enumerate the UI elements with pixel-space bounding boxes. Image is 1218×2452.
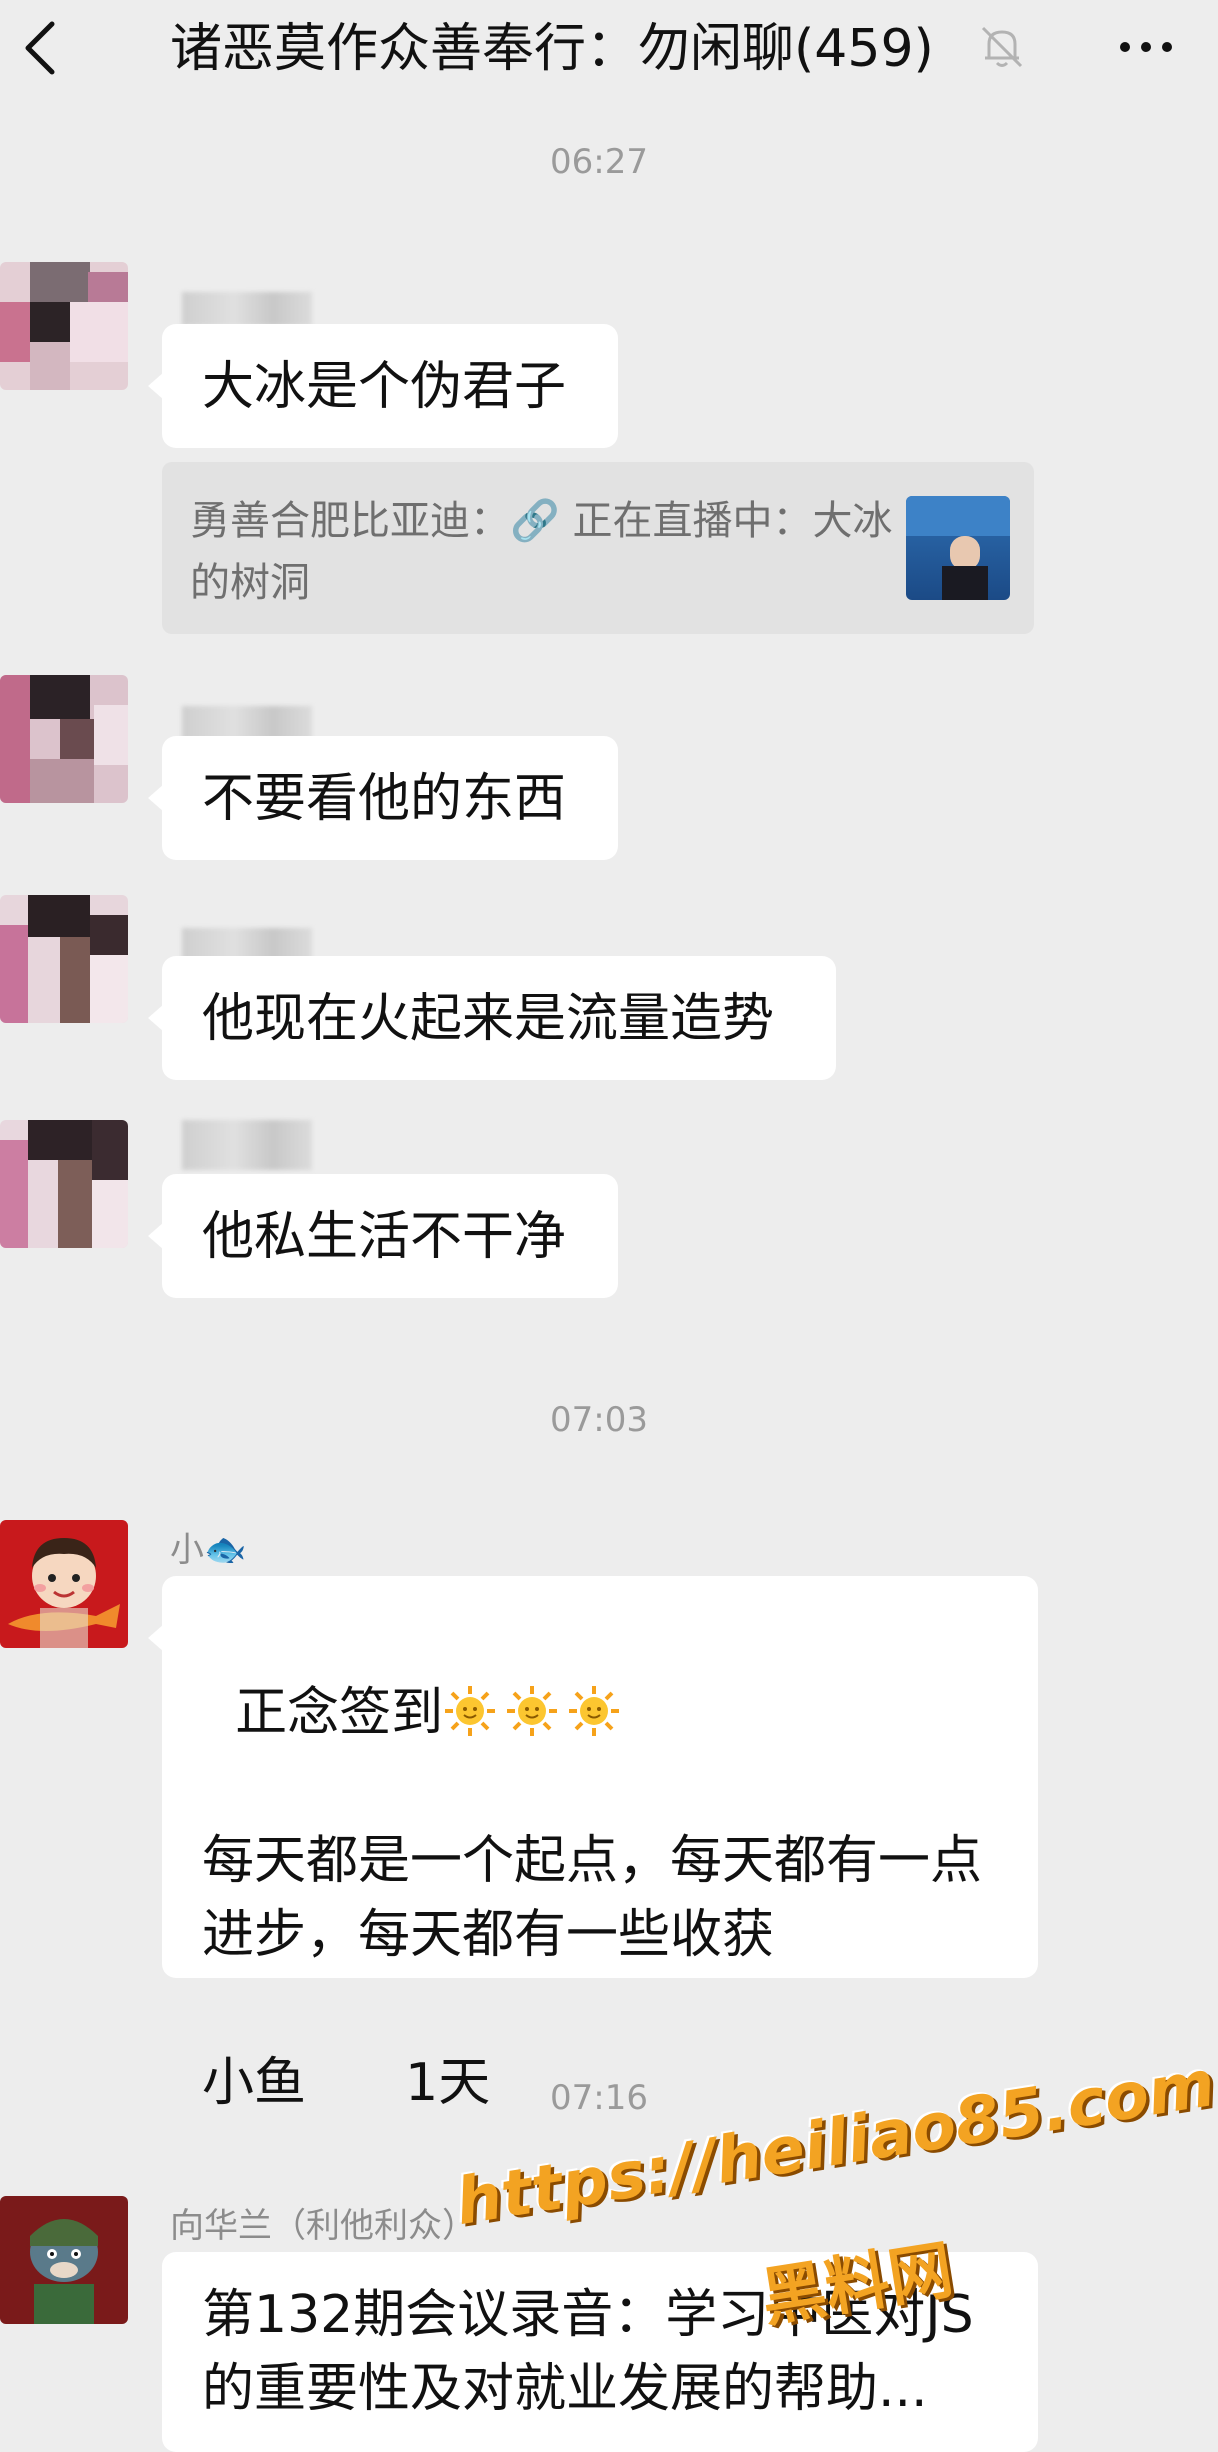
avatar[interactable] [0, 2196, 128, 2324]
message-bubble[interactable]: 他私生活不干净 [148, 1174, 618, 1298]
message-bubble[interactable]: 他现在火起来是流量造势 [148, 956, 836, 1080]
more-horizontal-icon[interactable] [1115, 22, 1177, 72]
chevron-left-icon[interactable] [18, 18, 66, 78]
avatar[interactable] [0, 262, 128, 390]
chat-title: 诸恶莫作众善奉行：勿闲聊(459) [170, 19, 934, 79]
sun-emoji-icon [445, 1686, 496, 1736]
message-bubble[interactable]: 不要看他的东西 [148, 736, 618, 860]
sender-name: 向华兰（利他利众） [170, 2206, 476, 2246]
bell-off-icon [975, 20, 1029, 74]
sender-name-blurred [182, 706, 312, 740]
avatar[interactable] [0, 895, 128, 1023]
message-text: 正念签到 [235, 1683, 444, 1743]
avatar[interactable] [0, 1520, 128, 1648]
sender-name-blurred [182, 1120, 312, 1170]
quoted-text: 勇善合肥比亚迪：🔗 正在直播中：大冰的树洞 [190, 498, 893, 606]
sender-name-blurred [182, 292, 312, 326]
timestamp: 07:03 [550, 1400, 648, 1440]
message-bubble[interactable]: 大冰是个伪君子 [148, 324, 618, 448]
avatar[interactable] [0, 1120, 128, 1248]
live-thumbnail[interactable] [906, 496, 1010, 600]
sender-name: 小🐟 [170, 1530, 247, 1570]
message-bubble[interactable]: 正念签到 每天都是一个起点，每天都有一点进步，每天都有一些收获 小鱼 1天 [148, 1576, 1038, 2113]
message-body: 每天都是一个起点，每天都有一点进步，每天都有一些收获 小鱼 1天 [202, 1831, 983, 2113]
avatar[interactable] [0, 675, 128, 803]
timestamp: 06:27 [550, 142, 648, 182]
sun-emoji-icon [569, 1686, 620, 1736]
sun-emoji-icon [507, 1686, 558, 1736]
